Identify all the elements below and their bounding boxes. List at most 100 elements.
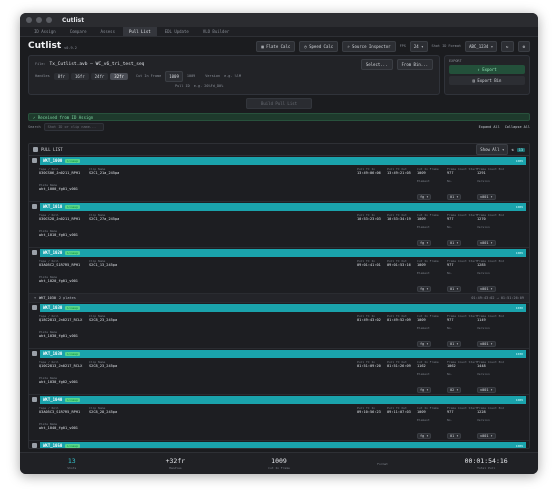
shot-bar[interactable]: WKT_1000 Lineup 1009 bbox=[40, 156, 526, 165]
field-fce-value: 1270 bbox=[477, 217, 486, 221]
shot-checkbox[interactable] bbox=[32, 204, 37, 209]
no-select[interactable]: 02 ▾ bbox=[447, 387, 462, 393]
element-select[interactable]: fg ▾ bbox=[417, 387, 432, 393]
shot-header[interactable]: WKT_1010 Lineup 1009 bbox=[29, 202, 529, 211]
shot-checkbox[interactable] bbox=[32, 158, 37, 163]
version-select[interactable]: v001 ▾ bbox=[477, 194, 496, 200]
sort-icon[interactable]: ⇅ bbox=[511, 147, 513, 152]
fps-value: 24 bbox=[413, 43, 419, 49]
field-tape: Tape / Roll Q18C2813_Jn0217_RCLX bbox=[39, 314, 82, 322]
handles-8fr-button[interactable]: 8fr bbox=[53, 72, 69, 80]
cut-in-frame-input[interactable]: 1009 bbox=[165, 70, 183, 82]
field-tape: Tape / Roll U3A05C3_S1R7R5_RPH1 bbox=[39, 406, 80, 414]
element-select[interactable]: fg ▾ bbox=[417, 433, 432, 439]
version-select[interactable]: v001 ▾ bbox=[477, 387, 496, 393]
tab-id-assign[interactable]: ID Assign bbox=[28, 27, 62, 36]
field-fce: Frame Count End 1149 bbox=[477, 314, 504, 322]
shot-bar[interactable]: WKT_1050 Lineup 1009 bbox=[40, 441, 526, 448]
shot-checkbox[interactable] bbox=[32, 351, 37, 356]
close-window-icon[interactable] bbox=[26, 17, 32, 23]
expand-all-button[interactable]: Expand All bbox=[479, 125, 500, 129]
export-bin-button[interactable]: ▤ Export Bin bbox=[449, 76, 525, 85]
shot-id: WKT_1040 bbox=[43, 397, 63, 402]
window-title: Cutlist bbox=[62, 16, 85, 24]
tab-vlo-builder[interactable]: VLO Builder bbox=[197, 27, 236, 36]
version-input[interactable]: e.g. %lM bbox=[224, 74, 241, 78]
handles-16fr-button[interactable]: 16fr bbox=[71, 72, 89, 80]
field-cutin: Cut In Frame 1009 bbox=[417, 314, 439, 322]
shot-bar[interactable]: WKT_1010 Lineup 1009 bbox=[40, 202, 526, 211]
shot-id: WKT_1050 bbox=[43, 443, 63, 448]
shot-id-format-select[interactable]: ABC_1234 ▾ bbox=[465, 40, 498, 52]
settings-button[interactable]: ⚙ bbox=[517, 40, 530, 52]
collapse-all-button[interactable]: Collapse All bbox=[505, 125, 530, 129]
handles-24fr-button[interactable]: 24fr bbox=[90, 72, 109, 80]
fps-select[interactable]: 24 ▾ bbox=[409, 40, 428, 52]
field-no: No. 01 ▾ bbox=[447, 179, 462, 202]
chevron-down-icon: ▾ bbox=[488, 434, 493, 438]
shot-details: Tape / Roll U3A05C3_S1R7R5_RPH1 Clip Name S… bbox=[29, 404, 529, 440]
source-inspector-button[interactable]: ⌕ Source Inspector bbox=[342, 40, 396, 52]
from-bin-button[interactable]: From Bin... bbox=[396, 58, 433, 70]
build-pull-list-button[interactable]: Build Pull List bbox=[245, 98, 313, 109]
shot-header[interactable]: WKT_1020 Lineup 1009 bbox=[29, 248, 529, 257]
field-version: Version v001 ▾ bbox=[477, 271, 496, 294]
field-fce-value: 1291 bbox=[477, 171, 486, 175]
refresh-button[interactable]: ↻ bbox=[501, 40, 514, 52]
speed-calc-button[interactable]: ◷ Speed Calc bbox=[299, 40, 339, 52]
select-all-checkbox[interactable] bbox=[33, 147, 38, 152]
shot-header[interactable]: WKT_1000 Lineup 1009 bbox=[29, 156, 529, 165]
no-select[interactable]: 01 ▾ bbox=[447, 433, 462, 439]
version-select[interactable]: v001 ▾ bbox=[477, 286, 496, 292]
element-select[interactable]: fg ▾ bbox=[417, 341, 432, 347]
handles-32fr-button[interactable]: 32fr bbox=[110, 72, 128, 80]
field-cutin: Cut In Frame 1162 bbox=[417, 360, 439, 368]
show-filter-select[interactable]: Show All ▾ bbox=[476, 144, 509, 155]
shot-checkbox[interactable] bbox=[32, 305, 37, 310]
shot-header[interactable]: WKT_1050 Lineup 1009 bbox=[29, 441, 529, 448]
version-select[interactable]: v001 ▾ bbox=[477, 240, 496, 246]
shot-header[interactable]: WKT_1030 Lineup 1030 bbox=[29, 349, 529, 358]
element-select[interactable]: fg ▾ bbox=[417, 286, 432, 292]
shot-id: WKT_1030 bbox=[43, 305, 63, 310]
shot-id: WKT_1010 bbox=[43, 204, 63, 209]
element-select[interactable]: fg ▾ bbox=[417, 240, 432, 246]
tab-compare[interactable]: Compare bbox=[64, 27, 93, 36]
element-select[interactable]: fg ▾ bbox=[417, 194, 432, 200]
no-select[interactable]: 01 ▾ bbox=[447, 240, 462, 246]
tab-assess[interactable]: Assess bbox=[95, 27, 121, 36]
title-bar: Cutlist bbox=[20, 13, 538, 27]
zoom-window-icon[interactable] bbox=[46, 17, 52, 23]
shot-checkbox[interactable] bbox=[32, 250, 37, 255]
shot-checkbox[interactable] bbox=[32, 443, 37, 448]
no-select[interactable]: 01 ▾ bbox=[447, 194, 462, 200]
select-file-button[interactable]: Select... bbox=[360, 58, 393, 70]
shot-frame: 1009 bbox=[515, 158, 523, 163]
shot-group-header[interactable]: ▾ WKT_1030 2 plates 01:49:43:02 → 01:51:… bbox=[29, 294, 529, 303]
shot-bar[interactable]: WKT_1030 Lineup 1030 bbox=[40, 303, 526, 312]
shot-header[interactable]: WKT_1030 Lineup 1030 bbox=[29, 303, 529, 312]
shot-frame: 1009 bbox=[515, 443, 523, 448]
search-bar: Search Shot ID or clip name... Expand Al… bbox=[20, 121, 538, 133]
version-select[interactable]: v001 ▾ bbox=[477, 433, 496, 439]
export-button[interactable]: ⇪ Export bbox=[449, 65, 525, 74]
no-select[interactable]: 01 ▾ bbox=[447, 341, 462, 347]
shot-header[interactable]: WKT_1040 Lineup 1009 bbox=[29, 395, 529, 404]
search-input[interactable]: Shot ID or clip name... bbox=[43, 123, 104, 131]
version-select[interactable]: v001 ▾ bbox=[477, 341, 496, 347]
chevron-down-icon: ▾ bbox=[424, 287, 429, 291]
shot-bar[interactable]: WKT_1030 Lineup 1030 bbox=[40, 349, 526, 358]
no-select[interactable]: 01 ▾ bbox=[447, 286, 462, 292]
shot-checkbox[interactable] bbox=[32, 397, 37, 402]
shot-row: WKT_1030 Lineup 1030 Tape / Roll Q18C2813_Jn… bbox=[29, 303, 529, 349]
shot-bar[interactable]: WKT_1020 Lineup 1009 bbox=[40, 248, 526, 257]
shot-bar[interactable]: WKT_1040 Lineup 1009 bbox=[40, 395, 526, 404]
flate-calc-button[interactable]: ▦ Flate Calc bbox=[256, 40, 296, 52]
export-bin-label: Export Bin bbox=[477, 78, 502, 83]
minimize-window-icon[interactable] bbox=[36, 17, 42, 23]
shot-id-format-label: Shot ID Format bbox=[431, 44, 462, 48]
pull-id-input[interactable]: e.g. 20%Fd_D0% bbox=[194, 84, 224, 88]
version-label: Version bbox=[477, 225, 490, 229]
tab-pull-list[interactable]: Pull List bbox=[123, 27, 157, 36]
tab-edl-update[interactable]: EDL Update bbox=[159, 27, 195, 36]
